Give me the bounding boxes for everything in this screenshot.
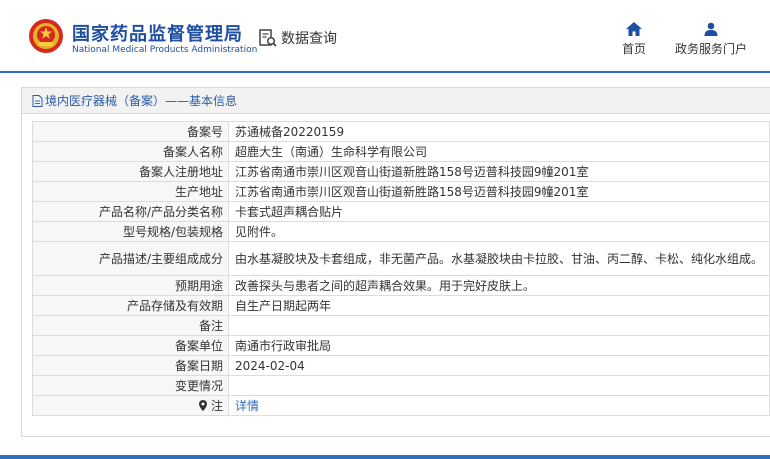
field-value: 苏通械备20220159	[228, 121, 770, 142]
field-value: 由水基凝胶块及卡套组成，非无菌产品。水基凝胶块由卡拉胶、甘油、丙二醇、卡松、纯化…	[228, 241, 770, 276]
field-label: 备案单位	[32, 335, 229, 356]
national-emblem-icon	[29, 19, 63, 53]
table-row: 型号规格/包装规格 见附件。	[32, 221, 770, 242]
field-label: 预期用途	[32, 275, 229, 296]
table-row: 备案号 苏通械备20220159	[32, 121, 770, 142]
table-row: 备案日期 2024-02-04	[32, 355, 770, 376]
table-row: 备案人注册地址 江苏省南通市崇川区观音山街道新胜路158号迈普科技园9幢201室	[32, 161, 770, 182]
field-value: 卡套式超声耦合贴片	[228, 201, 770, 222]
home-icon	[626, 22, 642, 36]
data-query-link[interactable]: 数据查询	[258, 28, 337, 48]
nav-home[interactable]: 首页	[612, 22, 656, 57]
brand-title[interactable]: 国家药品监督管理局	[72, 20, 243, 46]
nav-service-portal[interactable]: 政务服务门户	[668, 22, 754, 57]
note-value: 详情	[228, 395, 770, 416]
table-row: 变更情况	[32, 375, 770, 396]
details-link[interactable]: 详情	[235, 399, 259, 413]
field-value: 2024-02-04	[228, 355, 770, 376]
table-row: 生产地址 江苏省南通市崇川区观音山街道新胜路158号迈普科技园9幢201室	[32, 181, 770, 202]
field-label: 备注	[32, 315, 229, 336]
field-value: 自生产日期起两年	[228, 295, 770, 316]
field-label: 产品名称/产品分类名称	[32, 201, 229, 222]
table-row: 产品名称/产品分类名称 卡套式超声耦合贴片	[32, 201, 770, 222]
field-label: 备案人注册地址	[32, 161, 229, 182]
field-value: 见附件。	[228, 221, 770, 242]
breadcrumb-title: 境内医疗器械（备案）——基本信息	[45, 94, 238, 108]
field-label: 备案日期	[32, 355, 229, 376]
table-row: 产品存储及有效期 自生产日期起两年	[32, 295, 770, 316]
field-value: 江苏省南通市崇川区观音山街道新胜路158号迈普科技园9幢201室	[228, 161, 770, 182]
nav-portal-label: 政务服务门户	[674, 42, 747, 56]
table-row: 备案单位 南通市行政审批局	[32, 335, 770, 356]
document-search-icon	[259, 29, 277, 47]
note-label-cell: 注	[32, 395, 229, 416]
site-header: 国家药品监督管理局 National Medical Products Admi…	[0, 0, 770, 73]
field-label: 型号规格/包装规格	[32, 221, 229, 242]
footer-divider	[0, 455, 770, 459]
field-label: 产品描述/主要组成成分	[32, 241, 229, 276]
nav-home-label: 首页	[621, 42, 646, 56]
table-row: 注 详情	[32, 395, 770, 416]
field-label: 备案号	[32, 121, 229, 142]
record-table: 备案号 苏通械备20220159 备案人名称 超鹿大生（南通）生命科学有限公司 …	[32, 121, 770, 416]
field-value: 南通市行政审批局	[228, 335, 770, 356]
field-value	[228, 375, 770, 396]
table-row: 备案人名称 超鹿大生（南通）生命科学有限公司	[32, 141, 770, 162]
table-row: 备注	[32, 315, 770, 336]
brand-subtitle: National Medical Products Administration	[72, 45, 258, 55]
field-value	[228, 315, 770, 336]
table-row: 预期用途 改善探头与患者之间的超声耦合效果。用于完好皮肤上。	[32, 275, 770, 296]
field-value: 江苏省南通市崇川区观音山街道新胜路158号迈普科技园9幢201室	[228, 181, 770, 202]
field-label: 变更情况	[32, 375, 229, 396]
user-icon	[704, 22, 718, 36]
breadcrumb: 境内医疗器械（备案）——基本信息	[22, 88, 770, 114]
field-label: 生产地址	[32, 181, 229, 202]
data-query-label: 数据查询	[281, 31, 337, 47]
location-pin-icon	[199, 400, 208, 411]
field-label: 产品存储及有效期	[32, 295, 229, 316]
document-icon	[32, 94, 43, 107]
field-value: 超鹿大生（南通）生命科学有限公司	[228, 141, 770, 162]
table-row: 产品描述/主要组成成分 由水基凝胶块及卡套组成，非无菌产品。水基凝胶块由卡拉胶、…	[32, 241, 770, 276]
field-value: 改善探头与患者之间的超声耦合效果。用于完好皮肤上。	[228, 275, 770, 296]
record-panel: 境内医疗器械（备案）——基本信息 备案号 苏通械备20220159 备案人名称 …	[21, 87, 770, 437]
field-label: 备案人名称	[32, 141, 229, 162]
note-label: 注	[210, 399, 223, 413]
